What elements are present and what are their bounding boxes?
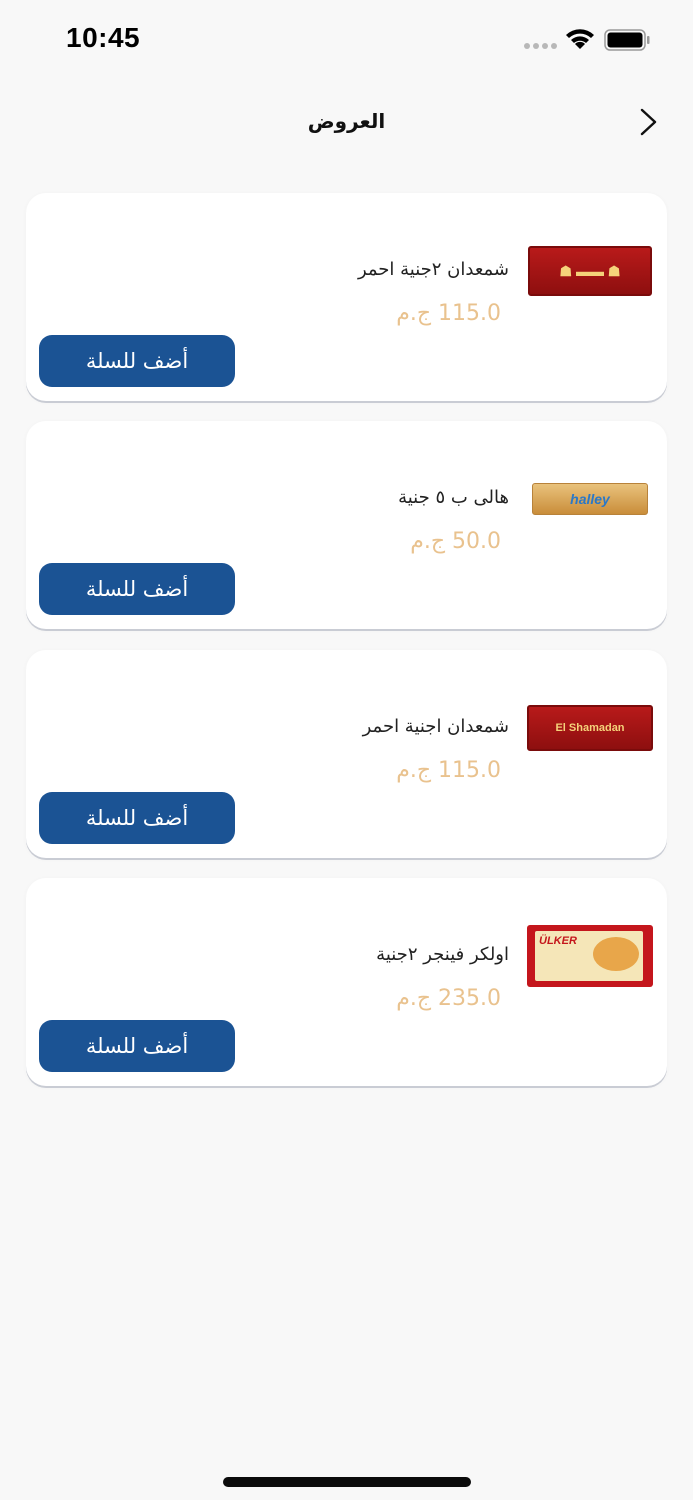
ulker-brand-text: ÜLKER <box>539 935 577 947</box>
navigation-bar: العروض <box>0 95 693 151</box>
product-price: 235.0 ج.م <box>396 986 501 1011</box>
chevron-back-icon[interactable] <box>634 107 664 137</box>
shamadan-brand-text: El Shamadan <box>555 722 625 734</box>
battery-icon <box>604 29 650 51</box>
ulker-finger-biscuits-icon: ÜLKER <box>524 906 656 1006</box>
shamadan-red-pack-icon: ☗ ▬▬ ☗ <box>524 221 656 321</box>
product-card[interactable]: ÜLKER اولكر فينجر ٢جنية 235.0 ج.م أضف لل… <box>26 878 667 1086</box>
halley-brand-text: halley <box>570 491 610 507</box>
el-shamadan-pack-icon: El Shamadan <box>524 678 656 778</box>
home-indicator[interactable] <box>223 1477 471 1487</box>
product-price: 115.0 ج.م <box>396 758 501 783</box>
product-name: شمعدان ٢جنية احمر <box>357 259 509 280</box>
add-to-cart-button[interactable]: أضف للسلة <box>39 335 235 387</box>
status-time: 10:45 <box>66 22 141 53</box>
product-name: هالى ب ٥ جنية <box>398 487 509 508</box>
add-to-cart-button[interactable]: أضف للسلة <box>39 563 235 615</box>
page-title: العروض <box>307 109 386 133</box>
wifi-icon <box>566 29 594 49</box>
pack-label: ☗ ▬▬ ☗ <box>559 262 621 279</box>
product-card[interactable]: El Shamadan شمعدان اجنية احمر 115.0 ج.م … <box>26 650 667 858</box>
add-to-cart-button[interactable]: أضف للسلة <box>39 1020 235 1072</box>
product-card[interactable]: ☗ ▬▬ ☗ شمعدان ٢جنية احمر 115.0 ج.م أضف ل… <box>26 193 667 401</box>
status-bar: 10:45 <box>0 0 693 80</box>
product-name: شمعدان اجنية احمر <box>362 716 509 737</box>
product-name: اولكر فينجر ٢جنية <box>376 944 509 965</box>
product-price: 50.0 ج.م <box>410 529 501 554</box>
add-to-cart-button[interactable]: أضف للسلة <box>39 792 235 844</box>
cellular-signal-icon <box>524 43 557 49</box>
halley-pack-icon: halley <box>524 449 656 549</box>
product-price: 115.0 ج.م <box>396 301 501 326</box>
product-card[interactable]: halley هالى ب ٥ جنية 50.0 ج.م أضف للسلة <box>26 421 667 629</box>
